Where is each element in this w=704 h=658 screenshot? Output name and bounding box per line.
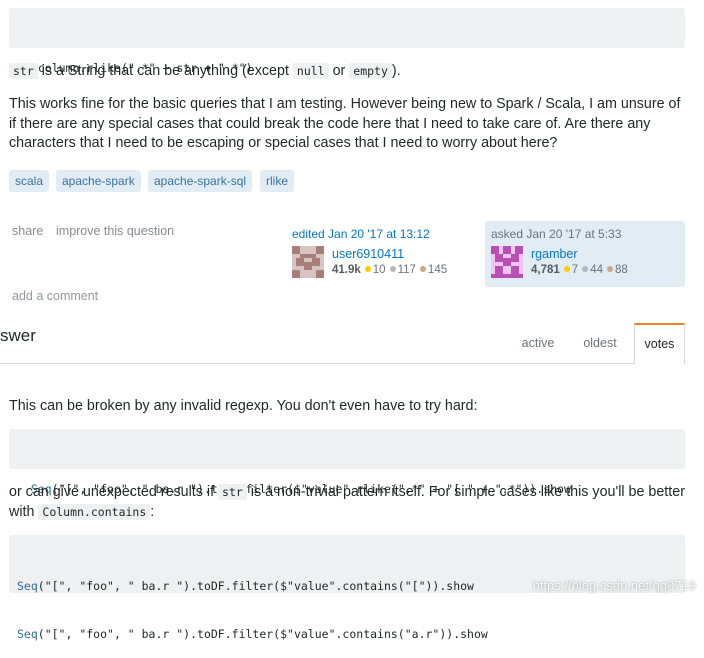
- tab-votes[interactable]: votes: [634, 323, 685, 364]
- editor-username[interactable]: user6910411: [332, 247, 404, 261]
- tag-scala[interactable]: scala: [9, 170, 50, 192]
- inline-code-null: null: [292, 63, 329, 79]
- question-paragraph-2: This works fine for the basic queries th…: [9, 96, 681, 151]
- editor-user-card: edited Jan 20 '17 at 13:12 user6910411 4…: [286, 221, 476, 287]
- asker-username[interactable]: rgamber: [531, 247, 578, 261]
- tag-apache-spark-sql[interactable]: apache-spark-sql: [148, 170, 253, 192]
- inline-code-str: str: [9, 63, 38, 79]
- answer-code-2-line-2: Seq("[", "foo", " ba.r ").toDF.filter($"…: [17, 627, 488, 641]
- inline-code-str-2: str: [218, 484, 247, 500]
- tag-apache-spark[interactable]: apache-spark: [56, 170, 141, 192]
- watermark: https://blog.csdn.net/qq0719: [532, 578, 696, 593]
- edited-timestamp[interactable]: edited Jan 20 '17 at 13:12: [292, 227, 430, 241]
- add-comment-link[interactable]: add a comment: [12, 289, 98, 303]
- answer-paragraph-1: This can be broken by any invalid regexp…: [9, 398, 478, 414]
- tag-rlike[interactable]: rlike: [260, 170, 295, 192]
- asked-timestamp: asked Jan 20 '17 at 5:33: [491, 227, 622, 241]
- asker-avatar[interactable]: [491, 246, 523, 278]
- answers-header-divider: [0, 363, 686, 364]
- answers-count-heading: swer: [0, 326, 36, 345]
- editor-avatar[interactable]: [292, 246, 324, 278]
- tab-oldest[interactable]: oldest: [572, 323, 628, 363]
- inline-code-empty: empty: [349, 63, 392, 79]
- asker-reputation: 4,781 7 44 88: [531, 264, 628, 276]
- inline-code-column-contains: Column.contains: [38, 503, 151, 520]
- asker-user-card: asked Jan 20 '17 at 5:33 rgamber 4,781 7 4…: [485, 221, 685, 287]
- question-paragraph-1: str is a String that can be anything (ex…: [9, 62, 689, 82]
- share-link[interactable]: share: [12, 224, 43, 238]
- answer-paragraph-2: or can give unexpected results if str is…: [9, 484, 685, 520]
- question-code-block: column.rlike(".*" + str + ".*"): [9, 8, 685, 75]
- improve-question-link[interactable]: improve this question: [56, 224, 174, 238]
- editor-reputation: 41.9k 10 117 145: [332, 264, 448, 276]
- tab-active[interactable]: active: [510, 323, 566, 363]
- answer-code-block-1: Seq("[", "foo", " ba.r ").toDF.filter($"…: [9, 429, 685, 496]
